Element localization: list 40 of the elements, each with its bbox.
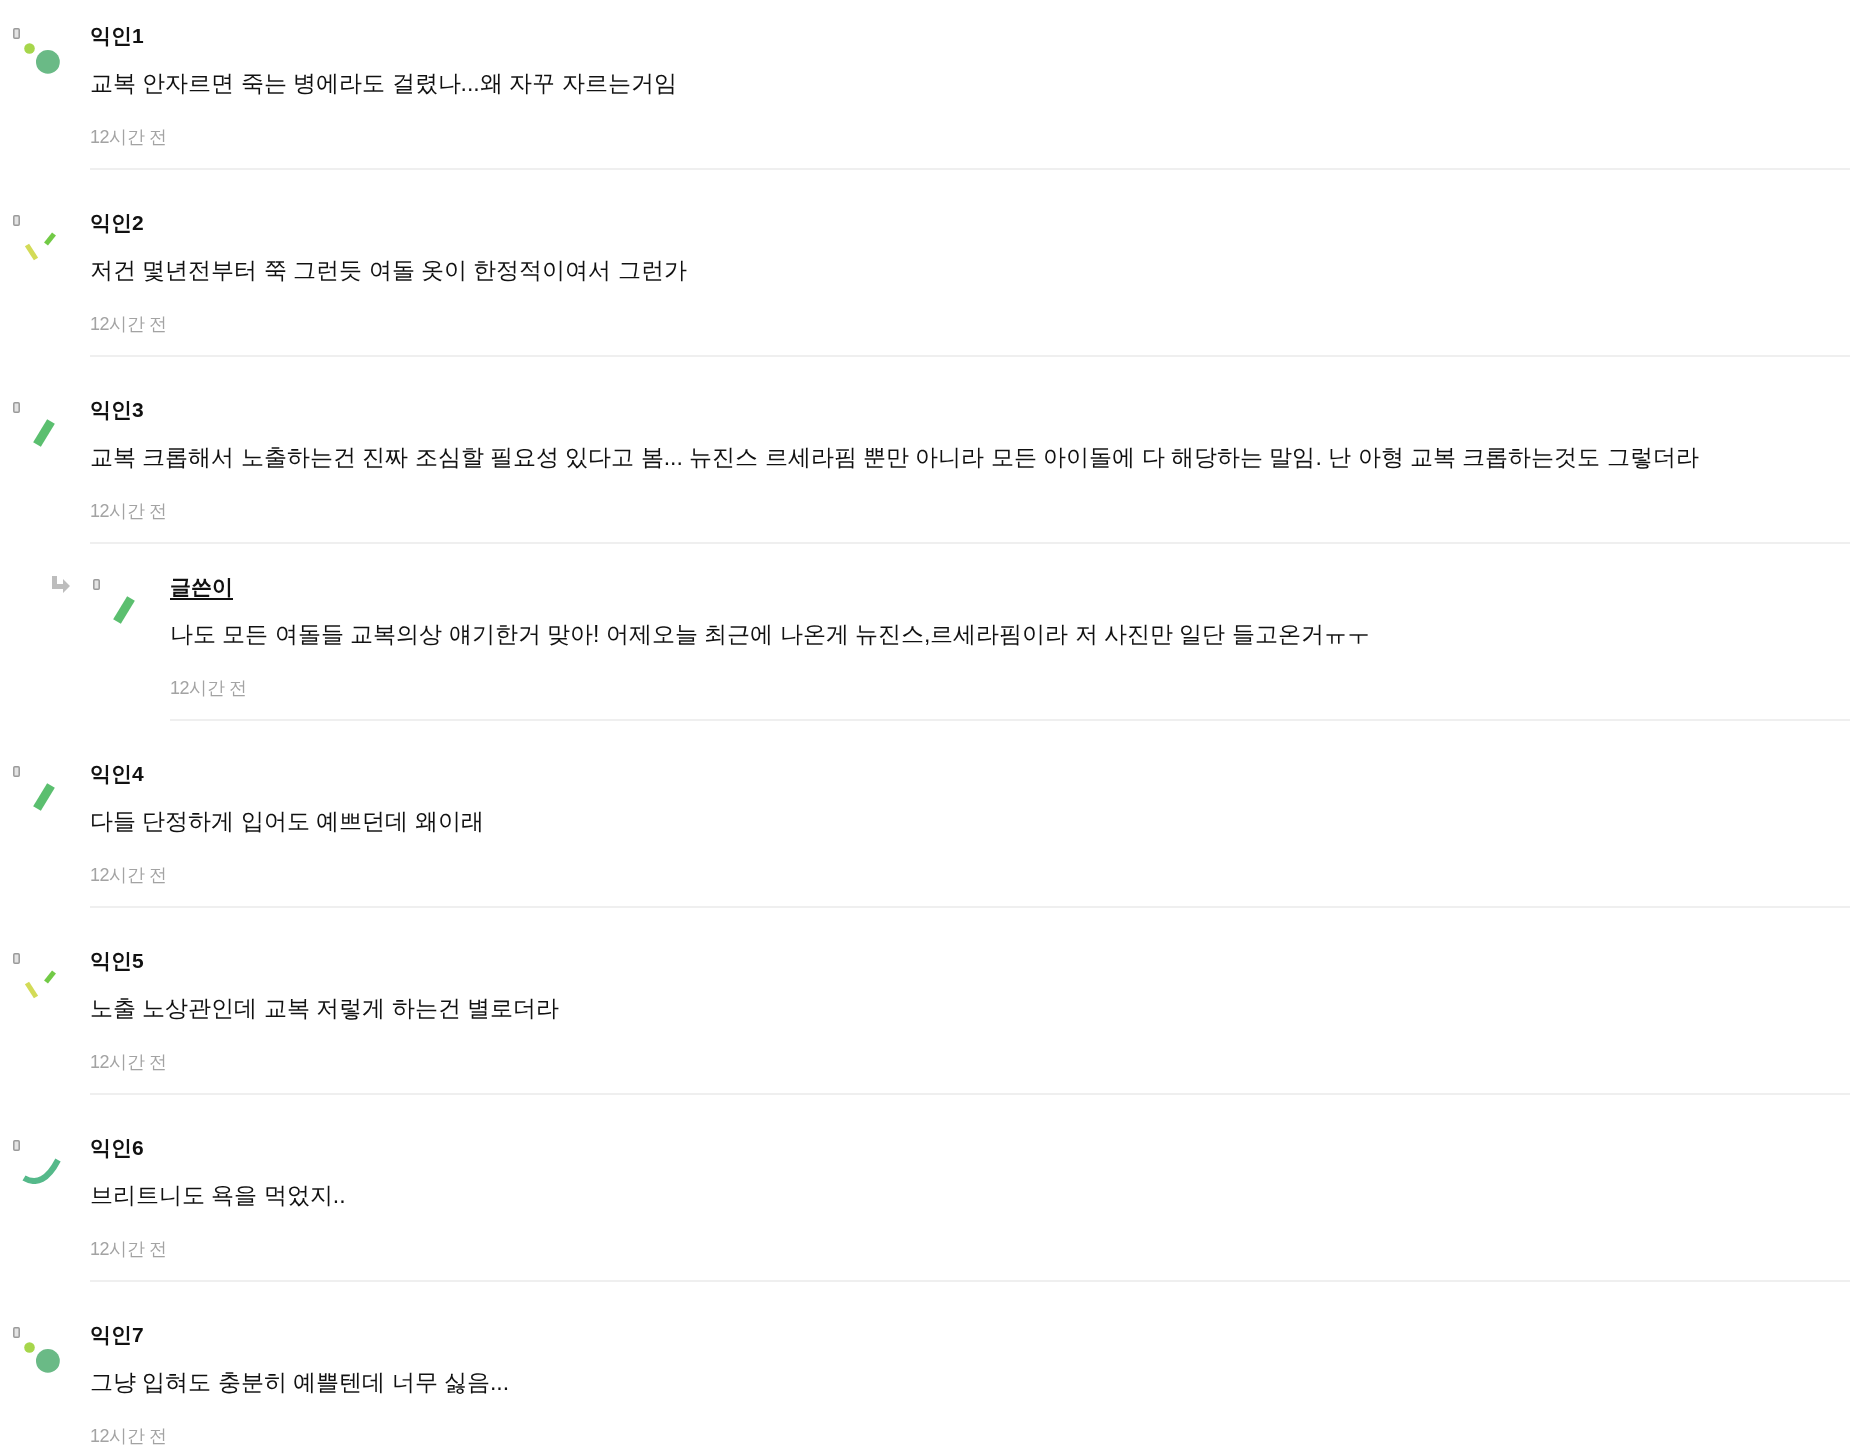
timestamp: 12시간 전 bbox=[90, 864, 167, 887]
dashes-icon bbox=[23, 969, 58, 1000]
broken-image-icon bbox=[13, 766, 20, 777]
broken-image-icon bbox=[13, 402, 20, 413]
comment-text: 브리트니도 욕을 먹었지.. bbox=[90, 1181, 347, 1210]
timestamp: 12시간 전 bbox=[90, 313, 167, 336]
circles-icon bbox=[24, 1342, 60, 1373]
comment-text: 노출 노상관인데 교복 저렇게 하는건 별로더라 bbox=[90, 994, 560, 1023]
timestamp: 12시간 전 bbox=[90, 1051, 167, 1074]
dashes-icon bbox=[23, 231, 58, 262]
broken-image-icon bbox=[13, 28, 20, 39]
slanted-bar-icon bbox=[33, 419, 55, 447]
author-name: 익인2 bbox=[90, 210, 144, 236]
timestamp: 12시간 전 bbox=[170, 677, 247, 700]
comment-text: 다들 단정하게 입어도 예쁘던데 왜이래 bbox=[90, 807, 485, 836]
broken-image-icon bbox=[13, 953, 20, 964]
broken-image-icon bbox=[93, 579, 100, 590]
author-name: 익인6 bbox=[90, 1135, 144, 1161]
author-name: 익인5 bbox=[90, 948, 144, 974]
arc-icon bbox=[21, 1157, 61, 1184]
slanted-bar-icon bbox=[113, 596, 135, 624]
comment-text: 교복 안자르면 죽는 병에라도 걸렸나...왜 자꾸 자르는거임 bbox=[90, 69, 678, 98]
author-name: 글쓴이 bbox=[170, 574, 233, 600]
broken-image-icon bbox=[13, 1140, 20, 1151]
comment-text: 교복 크롭해서 노출하는건 진짜 조심할 필요성 있다고 봄... 뉴진스 르세라핌 뿐만 아니라 모든 아이돌에 다 해당하는 말임. 난 아형 교복 크롭하는것도 그렇더라 bbox=[90, 443, 1700, 472]
broken-image-icon bbox=[13, 1327, 20, 1338]
author-name: 익인1 bbox=[90, 23, 144, 49]
timestamp: 12시간 전 bbox=[90, 1238, 167, 1261]
author-name: 익인7 bbox=[90, 1322, 144, 1348]
slanted-bar-icon bbox=[33, 783, 55, 811]
timestamp: 12시간 전 bbox=[90, 500, 167, 523]
comment-text: 그냥 입혀도 충분히 예쁠텐데 너무 싫음... bbox=[90, 1368, 511, 1397]
circles-icon bbox=[24, 43, 60, 74]
comment-text: 나도 모든 여돌들 교복의상 얘기한거 맞아! 어제오늘 최근에 나온게 뉴진스,르세라핌이라 저 사진만 일단 들고온거ㅠㅜ bbox=[170, 620, 1371, 649]
broken-image-icon bbox=[13, 215, 20, 226]
author-name: 익인4 bbox=[90, 761, 144, 787]
comment-text: 저건 몇년전부터 쭉 그런듯 여돌 옷이 한정적이여서 그런가 bbox=[90, 256, 688, 285]
timestamp: 12시간 전 bbox=[90, 126, 167, 149]
author-name: 익인3 bbox=[90, 397, 144, 423]
timestamp: 12시간 전 bbox=[90, 1425, 167, 1448]
